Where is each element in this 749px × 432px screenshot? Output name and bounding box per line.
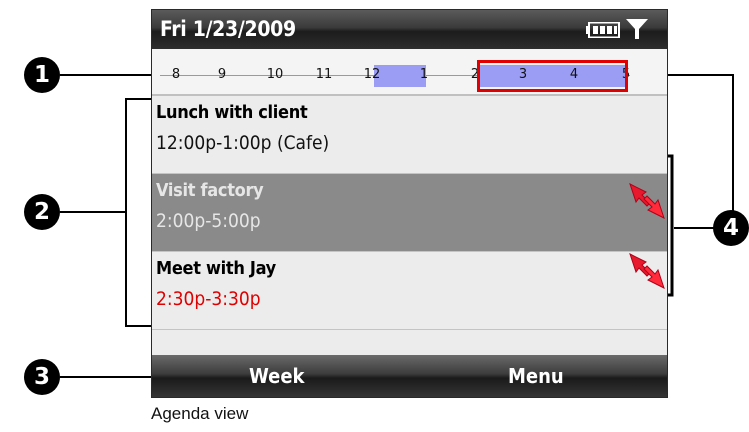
battery-icon <box>586 22 620 38</box>
callout-2: 2 <box>24 194 60 230</box>
signal-icon <box>626 19 648 39</box>
title-bar: Fri 1/23/2009 <box>152 10 667 49</box>
appointment-title: Visit factory <box>156 180 264 201</box>
timeline-hour-label: 10 <box>266 67 284 82</box>
agenda-item-visit-factory[interactable]: Visit factory 2:00p-5:00p <box>152 174 667 252</box>
agenda-item-meet-jay[interactable]: Meet with Jay 2:30p-3:30p <box>152 252 667 330</box>
callout-3: 3 <box>24 359 60 395</box>
figure-caption: Agenda view <box>151 404 249 423</box>
timeline-conflict-highlight <box>477 60 628 92</box>
callout-1: 1 <box>24 57 60 93</box>
callout-4: 4 <box>713 210 749 246</box>
agenda-item-lunch[interactable]: Lunch with client 12:00p-1:00p (Cafe) <box>152 96 667 174</box>
conflict-icon <box>629 183 665 219</box>
appointment-time: 2:00p-5:00p <box>156 210 261 232</box>
timeline-scheduled-block <box>374 65 426 87</box>
appointment-title: Meet with Jay <box>156 258 276 279</box>
day-timeline[interactable]: 8 9 10 11 12 1 2 3 4 5 <box>152 49 667 96</box>
week-softkey[interactable]: Week <box>249 364 305 388</box>
timeline-hour-label: 9 <box>217 67 227 82</box>
device-screen: Fri 1/23/2009 8 9 10 11 12 1 2 3 4 5 Lunch with c… <box>151 9 668 398</box>
timeline-hour-label: 11 <box>315 67 333 82</box>
timeline-hour-label: 8 <box>171 67 181 82</box>
conflict-icon <box>629 253 665 289</box>
menu-softkey[interactable]: Menu <box>508 364 564 388</box>
appointment-time: 12:00p-1:00p (Cafe) <box>156 132 330 154</box>
appointment-time: 2:30p-3:30p <box>156 288 261 310</box>
title-date: Fri 1/23/2009 <box>160 17 296 41</box>
appointment-title: Lunch with client <box>156 102 308 123</box>
timeline-hour-label: 1 <box>419 67 429 82</box>
timeline-hour-label: 12 <box>363 67 381 82</box>
softkey-bar: Week Menu <box>152 355 667 397</box>
